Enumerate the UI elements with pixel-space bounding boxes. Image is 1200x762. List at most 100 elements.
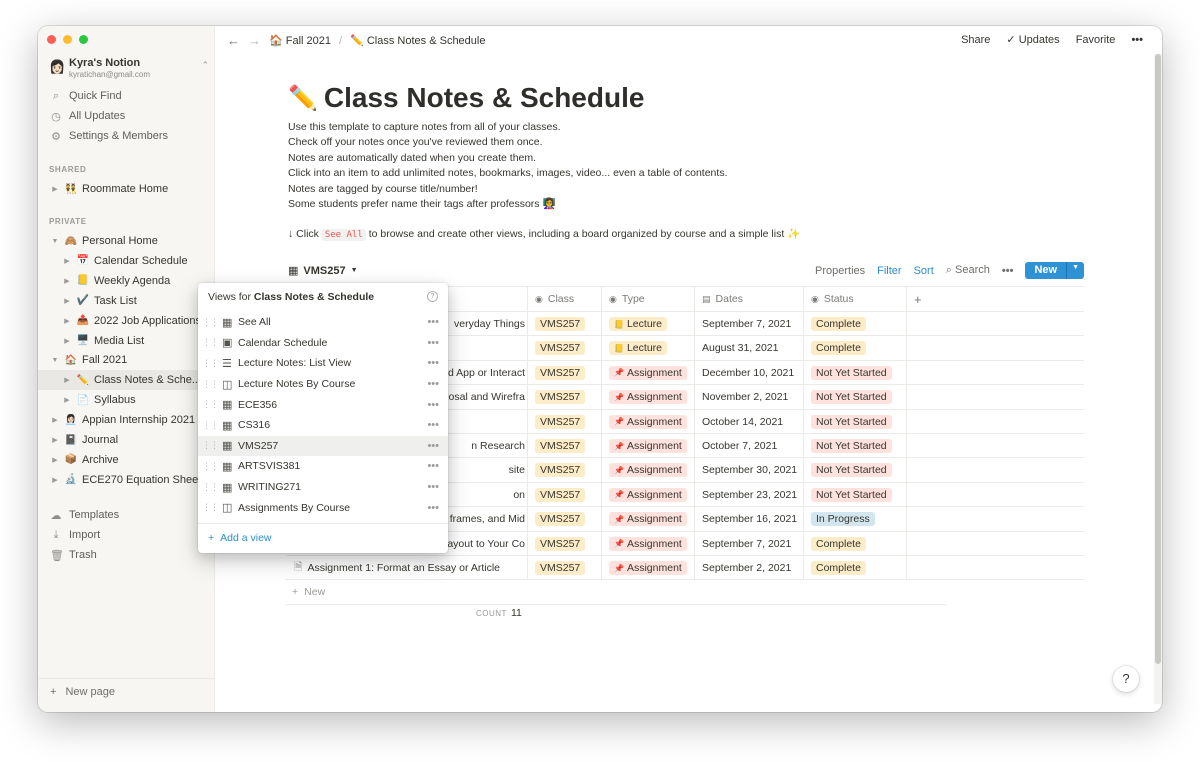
maximize-window-button[interactable]: [79, 35, 88, 44]
status-cell[interactable]: Complete: [803, 336, 906, 360]
column-header-class[interactable]: ◉ Class: [527, 286, 601, 312]
chevron-down-icon[interactable]: ▼: [1066, 262, 1084, 279]
nav-item-trash[interactable]: 🗑 Trash: [50, 546, 97, 564]
type-cell[interactable]: 📒 Lecture: [601, 312, 694, 336]
row-title-cell[interactable]: 🗎 Assignment 1: Format an Essay or Articl…: [286, 556, 527, 580]
new-entry-button[interactable]: New ▼: [1025, 262, 1084, 279]
new-row-button[interactable]: + New: [292, 586, 325, 598]
drag-handle-icon[interactable]: ⋮⋮: [198, 461, 222, 472]
drag-handle-icon[interactable]: ⋮⋮: [198, 379, 222, 390]
date-cell[interactable]: December 10, 2021: [694, 361, 803, 385]
status-cell[interactable]: Not Yet Started: [803, 483, 906, 507]
minimize-window-button[interactable]: [63, 35, 72, 44]
class-cell[interactable]: VMS257: [527, 336, 601, 360]
class-cell[interactable]: VMS257: [527, 361, 601, 385]
column-header-status[interactable]: ◉ Status: [803, 286, 906, 312]
more-icon[interactable]: •••: [1002, 265, 1014, 277]
type-cell[interactable]: 📌 Assignment: [601, 361, 694, 385]
nav-item-settings-members[interactable]: ⚙ Settings & Members: [50, 127, 168, 145]
properties-button[interactable]: Properties: [815, 265, 865, 277]
view-item-ece356[interactable]: ⋮⋮ ▦ ECE356 •••: [198, 394, 448, 415]
caret-right-icon[interactable]: ▶: [62, 297, 72, 305]
view-item-artsvis381[interactable]: ⋮⋮ ▦ ARTSVIS381 •••: [198, 456, 448, 477]
more-icon[interactable]: •••: [427, 502, 439, 514]
status-cell[interactable]: Not Yet Started: [803, 361, 906, 385]
class-cell[interactable]: VMS257: [527, 483, 601, 507]
date-cell[interactable]: August 31, 2021: [694, 336, 803, 360]
add-view-button[interactable]: + Add a view: [208, 532, 272, 544]
more-icon[interactable]: •••: [427, 378, 439, 390]
sidebar-item-appian-internship-2021[interactable]: ▶ 👩🏻‍💼 Appian Internship 2021: [50, 410, 195, 430]
drag-handle-icon[interactable]: ⋮⋮: [198, 440, 222, 451]
date-cell[interactable]: September 23, 2021: [694, 483, 803, 507]
date-cell[interactable]: October 14, 2021: [694, 410, 803, 434]
drag-handle-icon[interactable]: ⋮⋮: [198, 358, 222, 369]
updates-button[interactable]: ✓ Updates: [1006, 33, 1059, 46]
favorite-button[interactable]: Favorite: [1076, 34, 1116, 46]
status-cell[interactable]: Complete: [803, 312, 906, 336]
caret-down-icon[interactable]: ▼: [50, 238, 60, 245]
caret-down-icon[interactable]: ▼: [50, 357, 60, 364]
type-cell[interactable]: 📌 Assignment: [601, 507, 694, 531]
more-icon[interactable]: •••: [427, 440, 439, 452]
date-cell[interactable]: November 2, 2021: [694, 385, 803, 409]
caret-right-icon[interactable]: ▶: [62, 337, 72, 345]
add-column-button[interactable]: +: [906, 286, 1084, 312]
date-cell[interactable]: September 7, 2021: [694, 532, 803, 556]
sidebar-item-personal-home[interactable]: ▼ 🙈 Personal Home: [50, 231, 158, 251]
date-cell[interactable]: September 16, 2021: [694, 507, 803, 531]
class-cell[interactable]: VMS257: [527, 312, 601, 336]
sidebar-item-syllabus[interactable]: ▶ 📄 Syllabus: [62, 390, 135, 410]
caret-right-icon[interactable]: ▶: [50, 456, 60, 464]
class-cell[interactable]: VMS257: [527, 410, 601, 434]
type-cell[interactable]: 📌 Assignment: [601, 458, 694, 482]
type-cell[interactable]: 📒 Lecture: [601, 336, 694, 360]
drag-handle-icon[interactable]: ⋮⋮: [198, 337, 222, 348]
back-arrow-icon[interactable]: ←: [227, 33, 240, 48]
column-header-dates[interactable]: ▤ Dates: [694, 286, 803, 312]
more-icon[interactable]: •••: [427, 316, 439, 328]
class-cell[interactable]: VMS257: [527, 385, 601, 409]
column-header-type[interactable]: ◉ Type: [601, 286, 694, 312]
more-icon[interactable]: •••: [427, 357, 439, 369]
view-selector[interactable]: ▦ VMS257 ▼: [288, 264, 358, 278]
type-cell[interactable]: 📌 Assignment: [601, 532, 694, 556]
view-item-lecture-notes-by-course[interactable]: ⋮⋮ ◫ Lecture Notes By Course •••: [198, 374, 448, 395]
more-icon[interactable]: •••: [427, 419, 439, 431]
drag-handle-icon[interactable]: ⋮⋮: [198, 399, 222, 410]
caret-right-icon[interactable]: ▶: [62, 257, 72, 265]
more-icon[interactable]: •••: [1131, 34, 1143, 46]
search-button[interactable]: ⌕ Search: [946, 264, 990, 277]
more-icon[interactable]: •••: [427, 399, 439, 411]
sidebar-item-archive[interactable]: ▶ 📦 Archive: [50, 450, 118, 470]
nav-item-quick-find[interactable]: ⌕ Quick Find: [50, 87, 122, 105]
sidebar-item-ece270-equation-sheet[interactable]: ▶ 🔬 ECE270 Equation Sheet: [50, 470, 201, 490]
caret-right-icon[interactable]: ▶: [62, 317, 72, 325]
share-button[interactable]: Share: [961, 34, 990, 46]
type-cell[interactable]: 📌 Assignment: [601, 556, 694, 580]
class-cell[interactable]: VMS257: [527, 556, 601, 580]
view-item-vms257[interactable]: ⋮⋮ ▦ VMS257 •••: [198, 435, 448, 457]
type-cell[interactable]: 📌 Assignment: [601, 385, 694, 409]
scrollbar-thumb[interactable]: [1155, 54, 1161, 664]
sort-button[interactable]: Sort: [914, 265, 934, 277]
more-icon[interactable]: •••: [427, 481, 439, 493]
caret-right-icon[interactable]: ▶: [50, 436, 60, 444]
drag-handle-icon[interactable]: ⋮⋮: [198, 482, 222, 493]
close-window-button[interactable]: [47, 35, 56, 44]
class-cell[interactable]: VMS257: [527, 458, 601, 482]
date-cell[interactable]: September 2, 2021: [694, 556, 803, 580]
status-cell[interactable]: In Progress: [803, 507, 906, 531]
caret-right-icon[interactable]: ▶: [62, 376, 72, 384]
type-cell[interactable]: 📌 Assignment: [601, 434, 694, 458]
class-cell[interactable]: VMS257: [527, 434, 601, 458]
class-cell[interactable]: VMS257: [527, 507, 601, 531]
nav-item-templates[interactable]: ☁ Templates: [50, 506, 120, 524]
help-icon[interactable]: ?: [427, 291, 438, 302]
view-item-assignments-by-course[interactable]: ⋮⋮ ◫ Assignments By Course •••: [198, 497, 448, 518]
class-cell[interactable]: VMS257: [527, 532, 601, 556]
type-cell[interactable]: 📌 Assignment: [601, 410, 694, 434]
sidebar-item-weekly-agenda[interactable]: ▶ 📒 Weekly Agenda: [62, 271, 170, 291]
caret-right-icon[interactable]: ▶: [62, 277, 72, 285]
sidebar-item-fall-2021[interactable]: ▼ 🏠 Fall 2021: [50, 350, 128, 370]
